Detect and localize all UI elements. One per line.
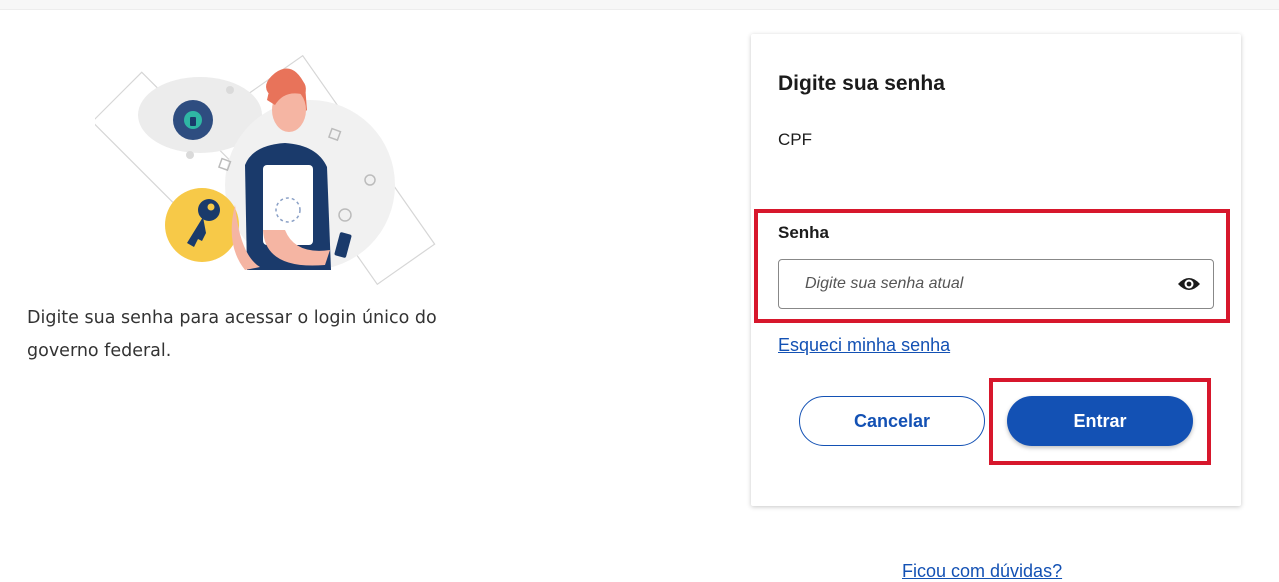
lock-icon [173, 100, 213, 140]
card-title: Digite sua senha [778, 72, 945, 95]
intro-text: Digite sua senha para acessar o login ún… [27, 308, 437, 361]
forgot-password-link[interactable]: Esqueci minha senha [778, 335, 950, 356]
eye-icon[interactable] [1177, 274, 1201, 294]
top-bar [0, 0, 1279, 10]
cpf-label: CPF [778, 130, 812, 149]
cancel-button[interactable]: Cancelar [799, 396, 985, 446]
password-label: Senha [778, 223, 830, 242]
password-input[interactable] [779, 260, 1169, 308]
help-link[interactable]: Ficou com dúvidas? [902, 561, 1062, 582]
key-icon [165, 188, 239, 262]
login-card: Digite sua senha CPF Senha Esqueci minha… [751, 34, 1241, 506]
password-field [778, 259, 1214, 309]
enter-button[interactable]: Entrar [1007, 396, 1193, 446]
login-illustration [91, 54, 455, 286]
